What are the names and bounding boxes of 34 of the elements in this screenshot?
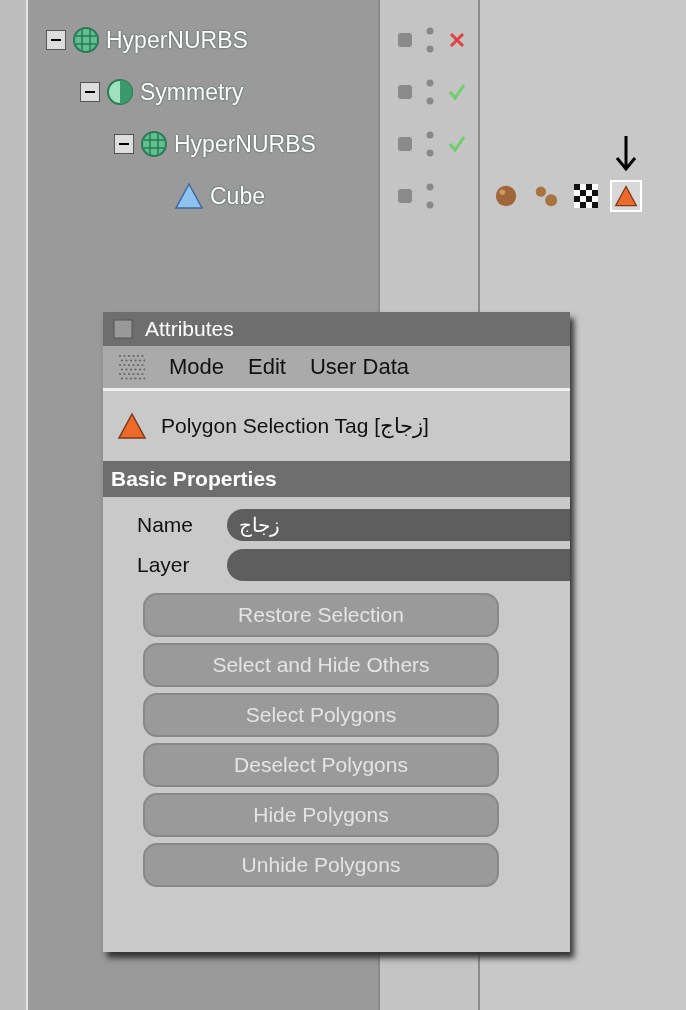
checkmark-icon[interactable] [448,135,466,153]
collapse-toggle[interactable] [114,134,134,154]
section-title: Basic Properties [111,467,277,491]
checker-icon [574,184,598,208]
menu-item[interactable]: Edit [248,354,286,380]
checkmark-icon[interactable] [448,83,466,101]
menu-item[interactable]: User Data [309,354,409,380]
pyramid-icon [174,182,204,210]
half-sphere-icon [106,78,134,106]
panel-title: Attributes [145,317,234,341]
input-field[interactable] [227,549,570,581]
menu-item[interactable]: Mode [169,354,225,380]
visibility-dots-icon[interactable] [426,181,434,211]
visibility-dots-icon[interactable] [426,25,434,55]
visibility-dots-icon[interactable] [426,129,434,159]
object-name[interactable]: HyperNURBS [106,26,248,54]
visibility-dots-icon[interactable] [426,77,434,107]
field-label: Name [137,513,195,537]
triangle-icon [117,412,147,440]
object-title: Polygon Selection Tag [زجاج] [161,414,429,438]
cross-icon[interactable] [448,31,466,49]
object-name[interactable]: HyperNURBS [174,130,316,158]
texture-sphere-icon [494,183,518,209]
cage-sphere-icon [72,26,100,54]
field-label: Layer [137,553,191,577]
collapse-toggle[interactable] [46,30,66,50]
cage-sphere-icon [140,130,168,158]
grip-icon[interactable] [117,353,145,381]
object-name[interactable]: Symmetry [140,78,244,106]
object-name[interactable]: Cube [210,182,265,210]
collapse-toggle[interactable] [80,82,100,102]
down-arrow-icon [615,136,637,172]
square-icon [113,319,133,339]
input-field[interactable]: زجاج [227,509,570,541]
